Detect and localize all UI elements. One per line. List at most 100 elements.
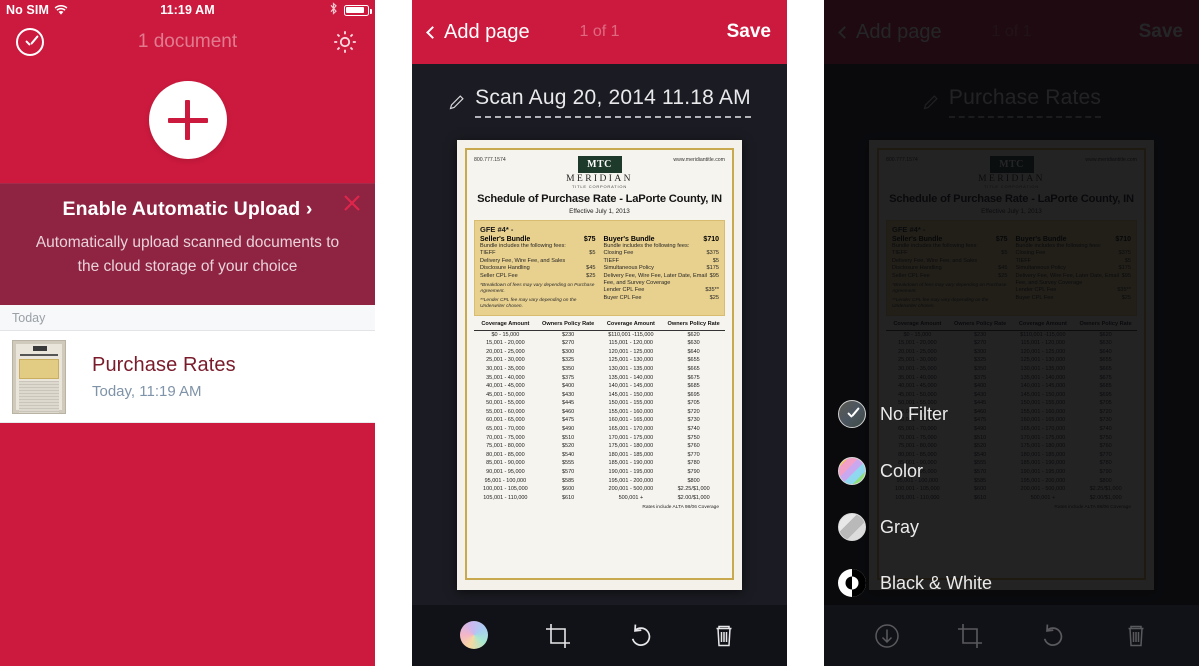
table-cell: 120,001 - 125,000	[608, 348, 654, 355]
table-cell: $695	[687, 391, 700, 398]
automatic-upload-banner[interactable]: Enable Automatic Upload › Automatically …	[0, 183, 375, 305]
gear-icon[interactable]	[331, 28, 359, 56]
filter-option-label: No Filter	[880, 403, 949, 424]
close-icon[interactable]	[341, 192, 363, 214]
table-cell: $110,001 -115,000	[608, 331, 654, 338]
panel-page-editor: Add page 1 of 1 Save Scan Aug 20, 2014 1…	[412, 0, 787, 666]
table-cell: 50,001 - 55,000	[486, 400, 525, 407]
table-cell: $655	[687, 357, 700, 364]
table-cell: $475	[562, 417, 575, 424]
filter-option-label: Color	[880, 460, 924, 481]
table-row: 70,001 - 75,000 $510 170,001 - 175,000 $750	[474, 434, 725, 443]
doc-buyers-bundle: Buyer's Bundle $710 Bundle includes the …	[604, 236, 720, 310]
panel-document-list: No SIM 11:19 AM 1 document Enable Automa…	[0, 0, 375, 666]
filter-option-gray[interactable]: Gray	[838, 513, 919, 541]
doc-website: www.meridiantitle.com	[673, 157, 725, 163]
table-cell: 40,001 - 45,000	[486, 383, 525, 390]
color-wheel-icon	[460, 620, 489, 649]
filter-none-swatch-icon	[838, 400, 866, 428]
rotate-button[interactable]	[1038, 621, 1068, 651]
table-header-cell: Owners Policy Rate	[667, 321, 720, 328]
table-header-row: Coverage Amount Owners Policy Rate Cover…	[474, 321, 725, 331]
table-cell: 45,001 - 50,000	[486, 391, 525, 398]
table-cell: 15,001 - 20,000	[486, 340, 525, 347]
table-cell: $790	[687, 469, 700, 476]
editor-toolbar	[412, 605, 787, 666]
wifi-icon	[54, 4, 68, 16]
collapse-button[interactable]	[872, 621, 902, 651]
page-title: 1 document	[137, 31, 238, 52]
list-section-header: Today	[0, 305, 375, 331]
table-cell: $2.00/$1,000	[677, 494, 710, 501]
filter-option-label: Gray	[880, 516, 920, 537]
bluetooth-icon	[329, 2, 338, 18]
editor-toolbar	[824, 605, 1199, 666]
table-cell: 35,001 - 40,000	[486, 374, 525, 381]
table-cell: 130,001 - 135,000	[608, 365, 654, 372]
document-title[interactable]: Scan Aug 20, 2014 11.18 AM	[475, 86, 751, 118]
table-cell: 185,001 - 190,000	[608, 460, 654, 467]
buyers-fee-row: Buyer CPL Fee $25	[603, 294, 720, 301]
filter-bw-swatch-icon	[838, 569, 866, 597]
select-documents-icon[interactable]	[16, 28, 44, 56]
doc-effective-date: Effective July 1, 2013	[569, 208, 630, 215]
table-cell: 155,001 - 160,000	[608, 408, 654, 415]
add-document-button[interactable]	[148, 81, 227, 159]
add-document-area	[0, 70, 375, 170]
table-body: $0 - 15,000$230$110,001 -115,000$62015,0…	[474, 331, 725, 503]
crop-button[interactable]	[543, 621, 573, 651]
table-row: 85,001 - 90,000 $555 185,001 - 190,000 $780	[474, 459, 725, 468]
table-cell: $230	[562, 331, 575, 338]
screenshot-stage: No SIM 11:19 AM 1 document Enable Automa…	[0, 0, 1200, 666]
table-header-cell: Coverage Amount	[481, 321, 530, 328]
doc-rate-table: Coverage Amount Owners Policy Rate Cover…	[474, 321, 725, 510]
table-row: 40,001 - 45,000 $400 140,001 - 145,000 $685	[474, 382, 725, 391]
table-cell: $300	[562, 348, 575, 355]
doc-logo-sub: TITLE CORPORATION	[571, 184, 628, 189]
table-row: 15,001 - 20,000 $270 115,001 - 120,000 $630	[474, 339, 725, 348]
table-row: 45,001 - 50,000 $430 145,001 - 150,000 $695	[474, 391, 725, 400]
list-item-subtitle: Today, 11:19 AM	[92, 382, 202, 400]
doc-logo-mark: MTC	[577, 156, 622, 173]
table-cell: 170,001 - 175,000	[608, 434, 654, 441]
sellers-fee-row: Disclosure Handling $45	[480, 265, 596, 272]
doc-heading: Schedule of Purchase Rate - LaPorte Coun…	[477, 193, 722, 205]
table-cell: $780	[687, 460, 700, 467]
table-cell: $685	[687, 383, 700, 390]
doc-gfe-box: GFE #4* - Seller's Bundle $75 Bundle inc…	[474, 220, 725, 317]
filter-color-swatch-icon	[838, 457, 866, 485]
table-cell: 100,001 - 105,000	[483, 486, 528, 493]
table-cell: $520	[562, 443, 575, 450]
table-cell: $750	[687, 434, 700, 441]
filter-option-black-and-white[interactable]: Black & White	[838, 569, 992, 597]
table-row: 75,001 - 80,000 $520 175,001 - 180,000 $760	[474, 442, 725, 451]
buyers-price: $710	[703, 236, 719, 243]
doc-note: *Breakdown of fees may vary depending on…	[480, 283, 595, 295]
table-cell: $665	[687, 365, 700, 372]
table-cell: $730	[687, 417, 700, 424]
buyers-fee-row: TIEFF $5	[603, 257, 720, 264]
table-cell: 180,001 - 185,000	[608, 451, 654, 458]
document-title-row[interactable]: Scan Aug 20, 2014 11.18 AM	[412, 86, 787, 118]
list-item[interactable]: Purchase Rates Today, 11:19 AM	[0, 331, 375, 423]
table-cell: 500,001 +	[618, 494, 644, 501]
status-bar-right	[329, 2, 372, 18]
list-item-title: Purchase Rates	[92, 353, 236, 376]
table-row: 95,001 - 100,000 $585 195,001 - 200,000 $80…	[474, 477, 725, 486]
page-counter: 1 of 1	[579, 23, 620, 40]
table-cell: $510	[562, 434, 575, 441]
delete-button[interactable]	[709, 621, 739, 651]
delete-button[interactable]	[1121, 621, 1151, 651]
buyers-fee-row: Delivery Fee, Wire Fee, Later Date, Emai…	[603, 272, 720, 287]
table-cell: $400	[562, 383, 575, 390]
table-cell: $430	[562, 391, 575, 398]
table-cell: 160,001 - 165,000	[608, 417, 654, 424]
scanned-page-preview[interactable]: 800.777.1574 www.meridiantitle.com MTC M…	[412, 140, 787, 590]
filter-option-color[interactable]: Color	[838, 457, 923, 485]
panel-filter-menu: Add page 1 of 1 Save Purchase Rates 800.…	[824, 0, 1199, 666]
filter-option-no-filter[interactable]: No Filter	[838, 400, 948, 428]
rotate-button[interactable]	[626, 621, 656, 651]
filter-button[interactable]	[460, 620, 490, 651]
table-row: 65,001 - 70,000 $490 165,001 - 170,000 $740	[474, 425, 725, 434]
crop-button[interactable]	[955, 621, 985, 651]
